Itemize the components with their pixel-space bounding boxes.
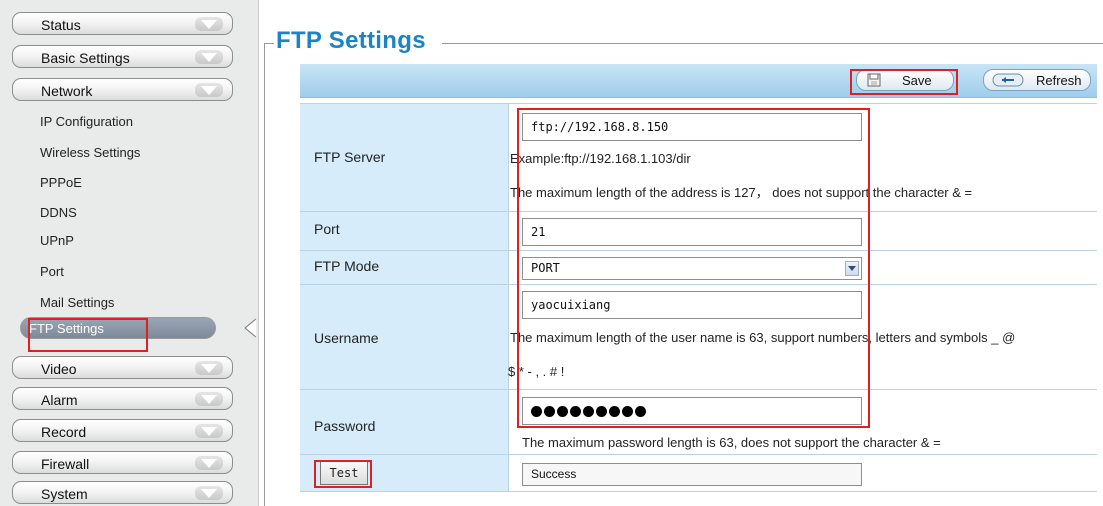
refresh-icon (992, 73, 1024, 87)
ftp-mode-label-cell: FTP Mode (300, 251, 509, 285)
chevron-down-icon[interactable] (845, 261, 859, 276)
sidebar-item-ftp-settings[interactable]: FTP Settings (20, 317, 216, 339)
port-label: Port (314, 221, 340, 237)
frame-rule-left (264, 43, 265, 506)
menu-firewall-label: Firewall (41, 456, 90, 472)
password-label: Password (314, 418, 376, 434)
sidebar-item-ip-configuration[interactable]: IP Configuration (40, 114, 133, 129)
menu-status[interactable]: Status (12, 12, 233, 35)
toolbar: Save Refresh (300, 64, 1097, 98)
password-input[interactable] (522, 397, 862, 425)
title-rule-left (264, 43, 274, 44)
ftp-server-label-cell: FTP Server (300, 104, 509, 212)
test-row: Test Success (300, 454, 1097, 492)
ftp-server-input[interactable]: ftp://192.168.8.150 (522, 113, 862, 141)
menu-alarm-label: Alarm (41, 392, 78, 408)
refresh-button[interactable]: Refresh (983, 69, 1091, 91)
username-note: The maximum length of the user name is 6… (510, 330, 1016, 345)
sidebar-item-pppoe[interactable]: PPPoE (40, 175, 82, 190)
sidebar-item-ftp-settings-label: FTP Settings (29, 321, 104, 336)
save-button[interactable]: Save (856, 69, 954, 91)
menu-system[interactable]: System (12, 481, 233, 504)
save-button-label: Save (902, 73, 932, 88)
username-note-symbols: $ * - , . # ! (508, 364, 565, 379)
chevron-down-icon (195, 50, 223, 64)
menu-record[interactable]: Record (12, 419, 233, 442)
menu-video-label: Video (41, 361, 77, 377)
sidebar-item-ddns[interactable]: DDNS (40, 205, 77, 220)
password-label-cell: Password (300, 390, 509, 455)
username-label-cell: Username (300, 285, 509, 390)
password-row: Password The maximum password length is … (300, 389, 1097, 455)
sidebar: Status Basic Settings Network IP Configu… (0, 0, 259, 506)
ftp-server-note: The maximum length of the address is 127… (510, 185, 973, 200)
sidebar-item-upnp[interactable]: UPnP (40, 233, 74, 248)
menu-system-label: System (41, 486, 88, 502)
ftp-mode-row: FTP Mode PORT (300, 250, 1097, 285)
sidebar-item-port[interactable]: Port (40, 264, 64, 279)
ftp-mode-select[interactable]: PORT (522, 257, 862, 280)
ftp-server-row: FTP Server ftp://192.168.8.150 Example:f… (300, 103, 1097, 212)
ftp-mode-label: FTP Mode (314, 258, 380, 274)
menu-basic-settings[interactable]: Basic Settings (12, 45, 233, 68)
test-button[interactable]: Test (320, 461, 368, 485)
ftp-mode-value: PORT (531, 261, 560, 275)
test-result-field: Success (522, 463, 862, 486)
chevron-down-icon (195, 83, 223, 97)
menu-record-label: Record (41, 424, 87, 440)
refresh-button-label: Refresh (1036, 73, 1082, 88)
username-row: Username yaocuixiang The maximum length … (300, 284, 1097, 390)
menu-basic-settings-label: Basic Settings (41, 50, 130, 66)
sidebar-item-mail-settings[interactable]: Mail Settings (40, 295, 114, 310)
sidebar-item-wireless-settings[interactable]: Wireless Settings (40, 145, 140, 160)
chevron-down-icon (195, 392, 223, 406)
ftp-server-example: Example:ftp://192.168.1.103/dir (510, 151, 691, 166)
menu-network-label: Network (41, 83, 93, 99)
port-label-cell: Port (300, 212, 509, 251)
active-pointer-icon (244, 318, 257, 338)
save-icon (867, 73, 881, 87)
password-note: The maximum password length is 63, does … (522, 435, 941, 450)
page-title: FTP Settings (276, 27, 426, 54)
menu-firewall[interactable]: Firewall (12, 451, 233, 474)
menu-alarm[interactable]: Alarm (12, 387, 233, 410)
username-input[interactable]: yaocuixiang (522, 291, 862, 319)
port-input[interactable]: 21 (522, 218, 862, 246)
ftp-server-label: FTP Server (314, 149, 386, 165)
title-rule-right (442, 43, 1103, 44)
chevron-down-icon (195, 456, 223, 470)
chevron-down-icon (195, 486, 223, 500)
username-label: Username (314, 330, 379, 346)
menu-network[interactable]: Network (12, 78, 233, 101)
menu-video[interactable]: Video (12, 356, 233, 379)
port-row: Port 21 (300, 211, 1097, 251)
chevron-down-icon (195, 17, 223, 31)
chevron-down-icon (195, 361, 223, 375)
menu-status-label: Status (41, 17, 81, 33)
chevron-down-icon (195, 424, 223, 438)
